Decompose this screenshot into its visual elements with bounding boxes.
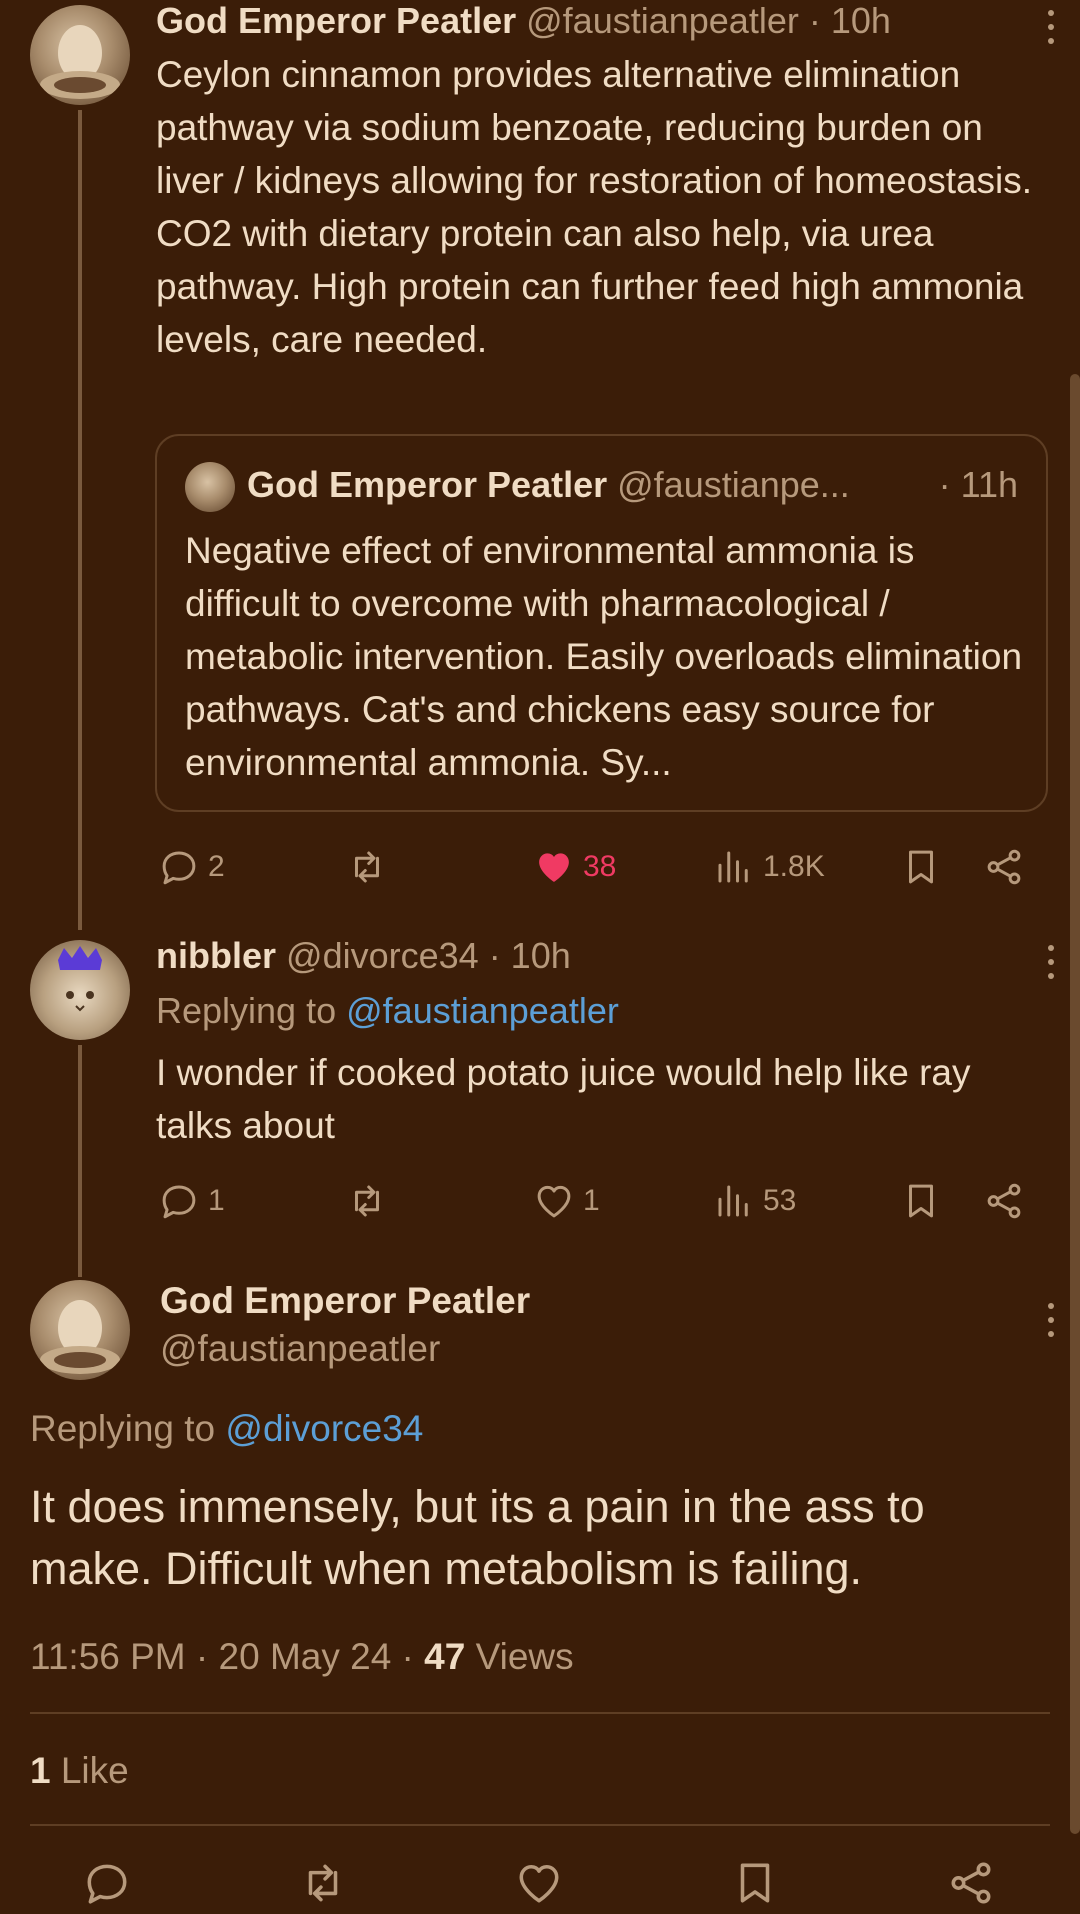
reply-count: 1: [208, 1184, 225, 1217]
reply-button[interactable]: [82, 1858, 132, 1908]
tweet-time: · 10h: [488, 935, 571, 976]
author-name[interactable]: nibbler: [156, 935, 276, 976]
main-tweet-text: It does immensely, but its a pain in the…: [30, 1481, 925, 1594]
tweet-actions: 1 1 53: [0, 1176, 1080, 1226]
replying-prefix: Replying to: [30, 1408, 216, 1449]
avatar[interactable]: [30, 5, 130, 105]
like-count: 38: [583, 850, 617, 883]
tweet-time: · 10h: [808, 0, 891, 41]
tweet-actions: 2 38 1.8K: [0, 842, 1080, 892]
replying-to: Replying to @divorce34: [30, 1408, 423, 1450]
author-name[interactable]: God Emperor Peatler: [156, 0, 516, 41]
bookmark-icon: [730, 1858, 780, 1908]
retweet-button[interactable]: [298, 1858, 348, 1908]
tweet-header: God Emperor Peatler @faustianpeatler · 1…: [156, 0, 891, 42]
likes-count: 1: [30, 1750, 51, 1791]
bookmark-button[interactable]: [900, 842, 942, 892]
like-button[interactable]: 1: [533, 1176, 600, 1226]
author-handle[interactable]: @faustianpeatler: [526, 0, 799, 41]
replying-prefix: Replying to: [156, 990, 337, 1031]
author-handle: @faustianpe...: [617, 464, 850, 505]
share-icon: [983, 846, 1025, 888]
divider: [30, 1824, 1050, 1826]
reply-icon: [158, 1180, 200, 1222]
like-button[interactable]: [514, 1858, 564, 1908]
views-button[interactable]: 1.8K: [713, 842, 825, 892]
reply-button[interactable]: 2: [158, 842, 225, 892]
views-icon: [713, 1180, 755, 1222]
views-icon: [713, 846, 755, 888]
likes-label: Like: [50, 1750, 129, 1791]
share-button[interactable]: [983, 1176, 1025, 1226]
author-handle[interactable]: @divorce34: [286, 935, 479, 976]
reply-count: 2: [208, 850, 225, 883]
avatar: [185, 462, 235, 512]
thread-connector: [78, 110, 82, 930]
quote-text: Negative effect of environmental ammonia…: [185, 530, 1023, 783]
bookmark-icon: [900, 846, 942, 888]
views-count: 1.8K: [763, 850, 825, 883]
likes-summary[interactable]: 1 Like: [30, 1750, 129, 1792]
share-icon: [983, 1180, 1025, 1222]
tweet-metadata: 11:56 PM · 20 May 24 · 47 Views: [30, 1636, 574, 1678]
retweet-icon: [346, 1180, 388, 1222]
more-options-icon[interactable]: [1047, 1303, 1055, 1337]
quote-header: God Emperor Peatler @faustianpe...: [247, 464, 850, 506]
more-options-icon[interactable]: [1047, 10, 1055, 44]
tweet-text: Ceylon cinnamon provides alternative eli…: [156, 54, 1033, 360]
share-button[interactable]: [983, 842, 1025, 892]
timestamp[interactable]: 11:56 PM · 20 May 24 ·: [30, 1636, 424, 1677]
bookmark-icon: [900, 1180, 942, 1222]
replying-to-link[interactable]: @faustianpeatler: [346, 990, 619, 1031]
retweet-button[interactable]: [346, 842, 388, 892]
heart-icon: [533, 1180, 575, 1222]
retweet-button[interactable]: [346, 1176, 388, 1226]
author-name: God Emperor Peatler: [247, 464, 608, 505]
retweet-icon: [346, 846, 388, 888]
avatar[interactable]: [30, 1280, 130, 1380]
replying-to-link[interactable]: @divorce34: [225, 1408, 423, 1449]
share-button[interactable]: [946, 1858, 996, 1908]
reply-icon: [158, 846, 200, 888]
views-label: Views: [465, 1636, 574, 1677]
main-tweet-actions: [0, 1858, 1080, 1908]
heart-filled-icon: [533, 846, 575, 888]
reply-button[interactable]: 1: [158, 1176, 225, 1226]
more-options-icon[interactable]: [1047, 945, 1055, 979]
views-count: 47: [424, 1636, 466, 1677]
author-handle[interactable]: @faustianpeatler: [160, 1328, 440, 1370]
like-button[interactable]: 38: [533, 842, 616, 892]
share-icon: [946, 1858, 996, 1908]
tweet-header: nibbler @divorce34 · 10h: [156, 935, 571, 977]
replying-to: Replying to @faustianpeatler: [156, 990, 619, 1032]
author-name[interactable]: God Emperor Peatler: [160, 1280, 530, 1322]
heart-icon: [514, 1858, 564, 1908]
tweet-text: I wonder if cooked potato juice would he…: [156, 1052, 971, 1146]
quoted-tweet[interactable]: God Emperor Peatler @faustianpe... · 11h…: [155, 434, 1048, 812]
views-button[interactable]: 53: [713, 1176, 796, 1226]
thread-connector: [78, 1045, 82, 1277]
bookmark-button[interactable]: [900, 1176, 942, 1226]
divider: [30, 1712, 1050, 1714]
avatar[interactable]: [30, 940, 130, 1040]
views-count: 53: [763, 1184, 797, 1217]
bookmark-button[interactable]: [730, 1858, 780, 1908]
scrollbar[interactable]: [1070, 374, 1080, 1834]
quote-time: · 11h: [938, 464, 1018, 505]
reply-icon: [82, 1858, 132, 1908]
like-count: 1: [583, 1184, 600, 1217]
retweet-icon: [298, 1858, 348, 1908]
